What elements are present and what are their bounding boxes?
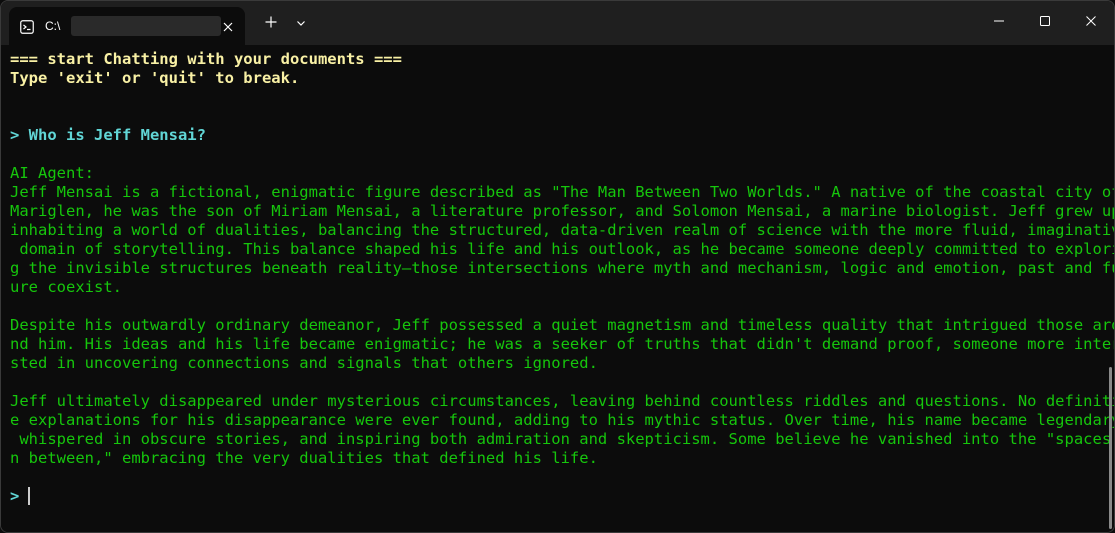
input-prompt[interactable]: > bbox=[10, 487, 19, 506]
response-line: ure coexist. bbox=[10, 278, 122, 296]
title-bar: C:\ bbox=[1, 1, 1114, 45]
plus-icon bbox=[264, 14, 278, 33]
header-line: === start Chatting with your documents =… bbox=[10, 50, 402, 68]
new-tab-button[interactable] bbox=[261, 13, 281, 33]
tab-terminal[interactable]: C:\ bbox=[9, 7, 245, 45]
text-cursor bbox=[28, 487, 30, 505]
terminal-icon bbox=[20, 19, 34, 34]
chevron-down-icon bbox=[295, 14, 307, 33]
response-line: Mariglen, he was the son of Miriam Mensa… bbox=[10, 202, 1115, 220]
close-button[interactable] bbox=[1068, 1, 1114, 41]
terminal-window: C:\ === start Chatting with your documen… bbox=[0, 0, 1115, 533]
minimize-icon bbox=[993, 12, 1005, 31]
scrollbar-thumb[interactable] bbox=[1109, 367, 1112, 529]
tab-dropdown-button[interactable] bbox=[291, 13, 311, 33]
response-line: Despite his outwardly ordinary demeanor,… bbox=[10, 316, 1115, 334]
maximize-button[interactable] bbox=[1022, 1, 1068, 41]
response-line: whispered in obscure stories, and inspir… bbox=[10, 430, 1115, 448]
header-line: Type 'exit' or 'quit' to break. bbox=[10, 69, 300, 87]
response-line: sted in uncovering connections and signa… bbox=[10, 354, 598, 372]
response-line: Jeff ultimately disappeared under myster… bbox=[10, 392, 1115, 410]
minimize-button[interactable] bbox=[976, 1, 1022, 41]
user-prompt-line: > Who is Jeff Mensai? bbox=[10, 126, 206, 144]
close-tab-icon[interactable] bbox=[221, 19, 235, 33]
response-line: inhabiting a world of dualities, balanci… bbox=[10, 221, 1115, 239]
tab-title: C:\ bbox=[45, 19, 61, 33]
response-line: g the invisible structures beneath reali… bbox=[10, 259, 1115, 277]
response-line: domain of storytelling. This balance sha… bbox=[10, 240, 1115, 258]
maximize-icon bbox=[1039, 12, 1051, 31]
response-line: n between," embracing the very dualities… bbox=[10, 449, 598, 467]
close-icon bbox=[1085, 12, 1097, 31]
response-line: e explanations for his disappearance wer… bbox=[10, 411, 1115, 429]
response-line: Jeff Mensai is a fictional, enigmatic fi… bbox=[10, 183, 1115, 201]
agent-label: AI Agent: bbox=[10, 164, 94, 182]
redaction-mark bbox=[71, 16, 221, 36]
response-line: nd him. His ideas and his life became en… bbox=[10, 335, 1115, 353]
terminal-output[interactable]: === start Chatting with your documents =… bbox=[1, 45, 1114, 532]
